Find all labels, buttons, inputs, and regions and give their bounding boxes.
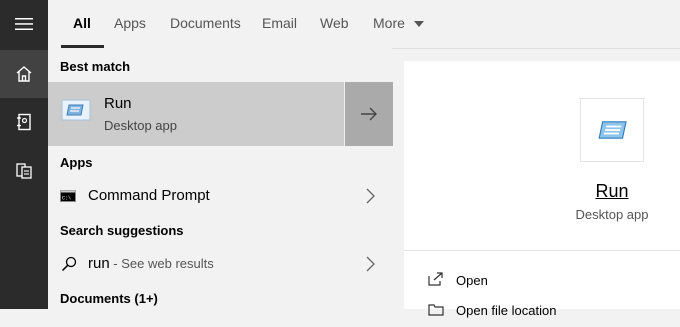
notebook-button[interactable]	[0, 98, 48, 146]
tab-apps[interactable]: Apps	[114, 0, 146, 48]
suggestion-query: run	[88, 255, 110, 272]
open-external-icon	[428, 272, 443, 286]
preview-title[interactable]: Run	[404, 181, 680, 202]
app-command-prompt[interactable]: C:\ Command Prompt	[48, 180, 392, 212]
best-match-open-arrow-button[interactable]	[344, 82, 393, 146]
action-label: Open file location	[456, 303, 557, 318]
notebook-icon	[17, 113, 31, 131]
best-match-run[interactable]: Run Desktop app	[48, 82, 344, 146]
suggestion-text: run - See web results	[88, 255, 214, 272]
section-best-match: Best match	[60, 59, 131, 74]
preview-pane: Run Desktop app Open Open file location	[404, 61, 680, 318]
command-prompt-icon: C:\	[60, 190, 76, 202]
chevron-right-icon	[366, 256, 375, 272]
run-app-icon	[598, 121, 627, 139]
best-match-title: Run	[104, 95, 132, 112]
tab-label: Web	[320, 15, 349, 31]
svg-text:C:\: C:\	[62, 196, 71, 202]
section-apps: Apps	[60, 155, 93, 170]
tab-label: All	[73, 15, 91, 31]
scope-tabs: All Apps Documents Email Web More	[48, 0, 680, 49]
preview-app-tile	[580, 98, 644, 162]
chevron-right-icon	[366, 188, 375, 204]
home-button[interactable]	[0, 50, 48, 98]
hamburger-icon	[15, 18, 33, 30]
suggestion-hint: - See web results	[109, 256, 214, 271]
results-panel: Best match Run Desktop app Apps C:\ Comm…	[48, 48, 393, 309]
tab-label: More	[373, 15, 405, 31]
best-match-subtitle: Desktop app	[104, 118, 177, 133]
tab-email[interactable]: Email	[262, 0, 297, 48]
start-rail	[0, 0, 48, 309]
caret-down-icon	[413, 21, 424, 28]
home-icon	[16, 66, 32, 82]
section-search-suggestions: Search suggestions	[60, 223, 184, 238]
section-documents[interactable]: Documents (1+)	[60, 291, 158, 306]
search-icon	[61, 256, 77, 272]
documents-icon	[16, 163, 32, 179]
run-app-icon	[61, 99, 91, 121]
tab-label: Apps	[114, 15, 146, 31]
tab-web[interactable]: Web	[320, 0, 349, 48]
preview-divider	[404, 250, 680, 251]
documents-button[interactable]	[0, 146, 48, 194]
action-label: Open	[456, 273, 488, 288]
action-open-file-location[interactable]: Open file location	[404, 297, 680, 327]
action-open[interactable]: Open	[404, 265, 680, 295]
folder-location-icon	[428, 304, 444, 316]
tab-more[interactable]: More	[373, 0, 424, 48]
app-label: Command Prompt	[88, 187, 210, 204]
arrow-right-icon	[361, 107, 377, 121]
tab-all[interactable]: All	[61, 0, 104, 48]
tab-documents[interactable]: Documents	[170, 0, 241, 48]
preview-subtitle: Desktop app	[575, 207, 649, 222]
web-suggestion-run[interactable]: run - See web results	[48, 248, 392, 280]
tab-label: Email	[262, 15, 298, 31]
tab-label: Documents	[170, 15, 241, 31]
menu-button[interactable]	[0, 0, 48, 48]
